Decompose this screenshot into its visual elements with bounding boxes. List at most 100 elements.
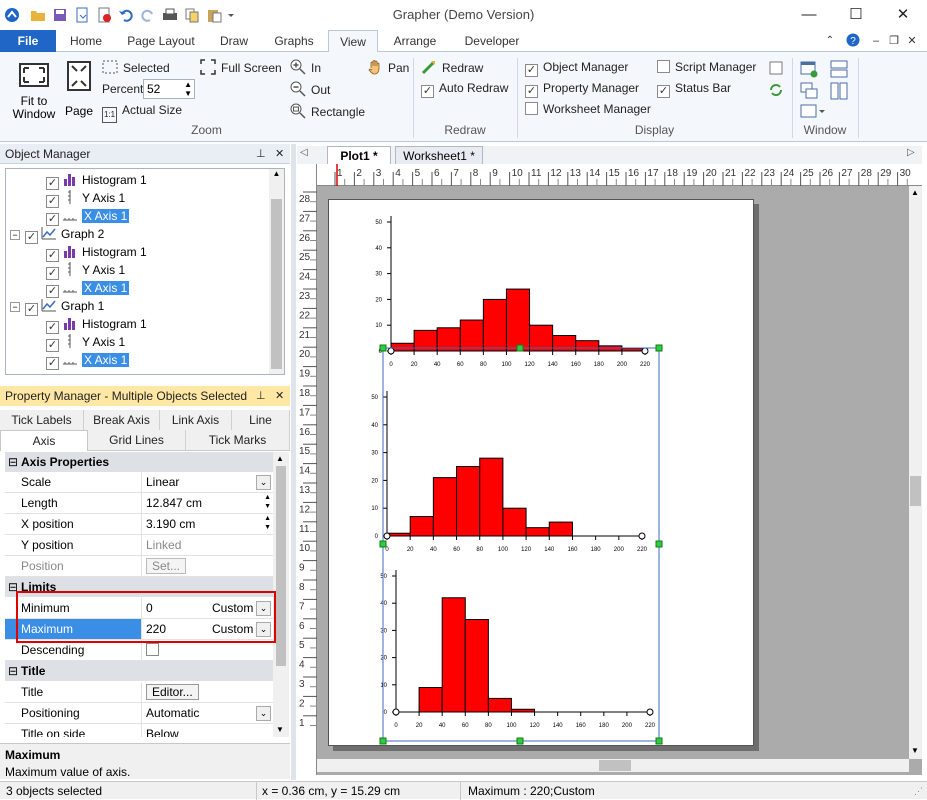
doc-close-icon[interactable]: ✕ [904,30,920,52]
auto-redraw-toggle[interactable]: ✓ Auto Redraw [421,81,508,98]
object-manager-checkbox[interactable]: ✓ [525,64,538,77]
graphs[interactable]: 010203040500 20 40 60 80 100 120 140 160 180 200 22… [297,164,909,759]
scale-select[interactable]: Linear ⌄ [141,472,273,492]
expand-collapse-icon[interactable]: − [10,230,20,240]
scroll-thumb[interactable] [910,476,921,506]
scroll-up-icon[interactable]: ▲ [276,454,284,463]
pin-icon[interactable]: ⊥ [256,144,266,164]
scroll-thumb[interactable] [271,199,282,369]
close-pane-icon[interactable]: ✕ [275,144,284,164]
tree-item[interactable]: ✓ Histogram 1 [46,243,147,262]
tab-link-axis[interactable]: Link Axis [160,410,232,430]
tree-item[interactable]: − ✓ Graph 1 [10,297,104,316]
section-axis-properties[interactable]: ⊟ Axis Properties [5,452,273,472]
worksheet-manager-checkbox[interactable] [525,102,538,115]
zoom-selected-button[interactable]: Selected [102,59,170,75]
new-window-icon[interactable] [768,60,784,76]
descending-cell[interactable] [141,640,273,660]
prop-row-x-position[interactable]: X position 3.190 cm ▲ ▼ [5,514,273,535]
visibility-checkbox[interactable]: ✓ [46,357,59,370]
tab-graphs[interactable]: Graphs [268,30,320,52]
doc-restore-icon[interactable]: ❐ [886,30,902,52]
page-button[interactable]: Page [64,60,94,118]
doc-minimize-icon[interactable]: – [868,30,884,52]
tree-item[interactable]: ✓ Y Axis 1 [46,333,125,352]
dropdown-arrow-icon[interactable]: ⌄ [256,706,271,721]
selection-handle-icon[interactable] [392,708,400,716]
scroll-down-icon[interactable]: ▼ [276,725,284,734]
spinner-arrows-icon[interactable]: ▲ ▼ [264,493,271,511]
selection-handle-icon[interactable] [638,532,646,540]
tree-item[interactable]: − ✓ Graph 2 [10,225,104,244]
full-screen-button[interactable]: Full Screen [200,59,282,75]
plot-canvas[interactable]: 1 2 3 4 5 6 7 8 9 10 11 12 13 14 15 16 17 18 19 20 21 22 23 24 2… [297,164,922,775]
visibility-checkbox[interactable]: ✓ [25,303,38,316]
tab-break-axis[interactable]: Break Axis [84,410,160,430]
resize-handle-icon[interactable] [516,344,524,352]
section-title[interactable]: ⊟ Title [5,661,273,681]
tree-item[interactable]: ✓ Y Axis 1 [46,261,125,280]
help-icon[interactable]: ? [846,33,860,47]
prop-row-scale[interactable]: Scale Linear ⌄ [5,472,273,493]
scroll-down-icon[interactable]: ▼ [911,746,919,755]
actual-size-button[interactable]: 1:1 Actual Size [102,103,182,123]
zoom-rectangle-button[interactable]: Rectangle [290,103,365,119]
descending-checkbox[interactable] [146,643,159,656]
resize-handle-icon[interactable] [655,540,663,548]
redraw-button[interactable]: Redraw [421,59,483,75]
tab-scroll-left-icon[interactable]: ◁ [300,147,308,158]
tree-item[interactable]: ✓ X Axis 1 [46,207,130,226]
tile-vertical-icon[interactable] [830,82,848,100]
prop-row-title[interactable]: Title Editor... [5,682,273,703]
resize-handle-icon[interactable] [655,737,663,745]
tab-grid-lines[interactable]: Grid Lines [88,430,186,450]
resize-handle-icon[interactable] [379,540,387,548]
tab-file[interactable]: File [0,30,56,52]
scroll-thumb[interactable] [276,466,286,666]
object-manager-scrollbar[interactable]: ▲ [269,169,284,374]
worksheet-manager-toggle[interactable]: Worksheet Manager [525,102,651,116]
horizontal-scrollbar[interactable] [317,759,909,772]
prop-row-positioning[interactable]: Positioning Automatic ⌄ [5,703,273,724]
switch-windows-icon[interactable] [800,104,826,120]
expand-collapse-icon[interactable]: − [10,302,20,312]
status-bar-toggle[interactable]: ✓ Status Bar [657,81,731,98]
tree-item[interactable]: ✓ Histogram 1 [46,171,147,190]
property-manager-toggle[interactable]: ✓ Property Manager [525,81,639,98]
tab-line[interactable]: Line [232,410,290,430]
prop-row-title-on-side[interactable]: Title on side Below [5,724,273,737]
resize-handle-icon[interactable] [379,737,387,745]
resize-handle-icon[interactable] [655,344,663,352]
zoom-out-button[interactable]: Out [290,81,330,97]
selection-handle-icon[interactable] [641,347,649,355]
vertical-scrollbar[interactable]: ▲ ▼ [909,186,922,759]
scroll-up-icon[interactable]: ▲ [271,169,282,178]
collapse-ribbon-icon[interactable]: ⌃ [822,30,838,52]
selection-handle-icon[interactable] [383,532,391,540]
script-manager-toggle[interactable]: Script Manager [657,60,756,74]
spinner-arrows-icon[interactable]: ▲ ▼ [184,80,192,98]
scroll-thumb[interactable] [599,760,631,771]
tab-home[interactable]: Home [62,30,110,52]
resize-handle-icon[interactable] [379,344,387,352]
tab-tick-marks[interactable]: Tick Marks [186,430,290,450]
collapse-icon[interactable]: ⊟ [8,661,18,681]
visibility-checkbox[interactable]: ✓ [25,231,38,244]
tab-arrange[interactable]: Arrange [386,30,444,52]
positioning-select[interactable]: Automatic ⌄ [141,703,273,723]
pan-button[interactable]: Pan [367,59,409,75]
auto-redraw-checkbox[interactable]: ✓ [421,85,434,98]
dropdown-arrow-icon[interactable]: ⌄ [256,475,271,490]
scroll-up-icon[interactable]: ▲ [911,188,919,197]
cascade-windows-icon[interactable] [800,82,818,100]
refresh-windows-icon[interactable] [768,82,784,98]
tab-page-layout[interactable]: Page Layout [122,30,200,52]
close-pane-icon[interactable]: ✕ [275,386,284,406]
close-button[interactable]: ✕ [880,0,926,30]
minimize-button[interactable]: — [786,0,832,30]
prop-row-length[interactable]: Length 12.847 cm ▲ ▼ [5,493,273,514]
tile-horizontal-icon[interactable] [830,60,848,78]
tree-item[interactable]: ✓ Y Axis 1 [46,189,125,208]
fit-to-window-button[interactable]: Fit to Window [8,60,60,121]
title-cell[interactable]: Editor... [141,682,273,702]
